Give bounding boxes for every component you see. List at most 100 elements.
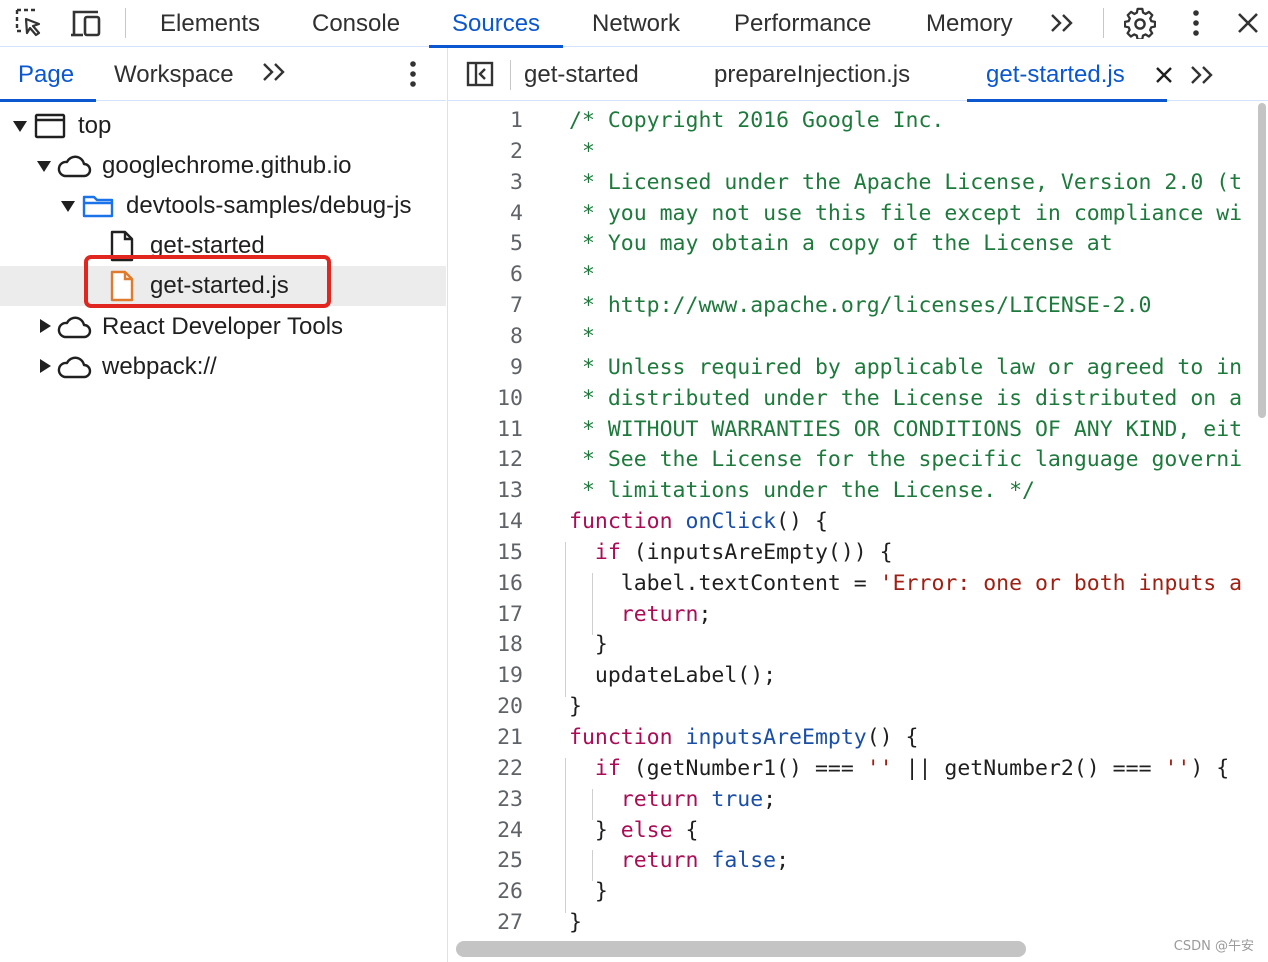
code-area[interactable]: 1/* Copyright 2016 Google Inc. 2 * 3 * Lic… bbox=[448, 108, 1256, 938]
line-number[interactable]: 5 bbox=[448, 231, 523, 256]
scrollbar-thumb[interactable] bbox=[1258, 103, 1266, 418]
code-line[interactable]: 20} bbox=[448, 694, 1256, 725]
tab-label: get-started.js bbox=[986, 60, 1125, 88]
tab-page[interactable]: Page bbox=[0, 48, 97, 102]
code-line[interactable]: 22 if (getNumber1() === '' || getNumber2… bbox=[448, 756, 1256, 787]
kebab-menu-icon[interactable] bbox=[1179, 6, 1213, 40]
horizontal-scrollbar[interactable] bbox=[456, 941, 1026, 957]
code-token: false bbox=[711, 848, 777, 874]
code-line[interactable]: 15 if (inputsAreEmpty()) { bbox=[448, 540, 1256, 571]
code-line[interactable]: 21 function inputsAreEmpty() { bbox=[448, 725, 1256, 756]
code-line[interactable]: 5 * You may obtain a copy of the License… bbox=[448, 231, 1256, 262]
line-number[interactable]: 2 bbox=[448, 139, 523, 164]
line-number[interactable]: 6 bbox=[448, 262, 523, 287]
line-number[interactable]: 8 bbox=[448, 324, 523, 349]
close-icon[interactable] bbox=[1231, 6, 1265, 40]
line-number[interactable]: 22 bbox=[448, 756, 523, 781]
vertical-scrollbar[interactable] bbox=[1256, 103, 1268, 423]
code-token: } bbox=[569, 879, 608, 905]
tree-item-top[interactable]: top bbox=[0, 106, 446, 146]
line-number[interactable]: 19 bbox=[448, 663, 523, 688]
code-line[interactable]: 11 * WITHOUT WARRANTIES OR CONDITIONS OF… bbox=[448, 417, 1256, 448]
line-number[interactable]: 1 bbox=[448, 108, 523, 133]
code-line[interactable]: 2 * bbox=[448, 139, 1256, 170]
code-line[interactable]: 23 return true; bbox=[448, 787, 1256, 818]
line-number[interactable]: 15 bbox=[448, 540, 523, 565]
line-number[interactable]: 27 bbox=[448, 910, 523, 935]
code-token: true bbox=[711, 786, 764, 812]
tab-memory[interactable]: Memory bbox=[926, 0, 1013, 47]
expand-arrow-icon[interactable] bbox=[61, 201, 75, 212]
collapse-arrow-icon[interactable] bbox=[40, 319, 51, 333]
line-number[interactable]: 24 bbox=[448, 818, 523, 843]
code-line[interactable]: 14 function onClick() { bbox=[448, 509, 1256, 540]
code-line[interactable]: 27} bbox=[448, 910, 1256, 938]
settings-gear-icon[interactable] bbox=[1123, 6, 1157, 40]
line-number[interactable]: 11 bbox=[448, 417, 523, 442]
line-number[interactable]: 16 bbox=[448, 571, 523, 596]
code-line[interactable]: 17 return; bbox=[448, 602, 1256, 633]
inspect-element-icon[interactable] bbox=[13, 6, 47, 40]
line-number[interactable]: 18 bbox=[448, 632, 523, 657]
code-line[interactable]: 3 * Licensed under the Apache License, V… bbox=[448, 170, 1256, 201]
code-token: (inputsAreEmpty()) { bbox=[620, 539, 893, 565]
line-number[interactable]: 12 bbox=[448, 447, 523, 472]
tab-performance[interactable]: Performance bbox=[734, 0, 871, 47]
tree-item-react-developer-tools[interactable]: React Developer Tools bbox=[0, 307, 446, 347]
code-line[interactable]: 8 * bbox=[448, 324, 1256, 355]
tab-sources[interactable]: Sources bbox=[429, 0, 564, 48]
editor-tab-prepareinjection-js[interactable]: prepareInjection.js bbox=[714, 48, 910, 101]
line-number[interactable]: 21 bbox=[448, 725, 523, 750]
tree-item-googlechrome-github-io[interactable]: googlechrome.github.io bbox=[0, 146, 446, 186]
more-tabs-icon[interactable] bbox=[1190, 65, 1216, 90]
line-number[interactable]: 20 bbox=[448, 694, 523, 719]
toggle-navigator-icon[interactable] bbox=[466, 61, 494, 92]
tab-console[interactable]: Console bbox=[312, 0, 400, 47]
line-number[interactable]: 9 bbox=[448, 355, 523, 380]
code-token: * bbox=[569, 138, 595, 164]
line-number[interactable]: 25 bbox=[448, 848, 523, 873]
code-line[interactable]: 25 return false; bbox=[448, 848, 1256, 879]
code-line[interactable]: 10 * distributed under the License is di… bbox=[448, 386, 1256, 417]
tree-item-webpack[interactable]: webpack:// bbox=[0, 347, 446, 387]
line-number[interactable]: 14 bbox=[448, 509, 523, 534]
tab-label: get-started bbox=[524, 60, 639, 88]
code-line[interactable]: 6 * bbox=[448, 262, 1256, 293]
code-line[interactable]: 26 } bbox=[448, 879, 1256, 910]
more-tabs-icon[interactable] bbox=[1046, 6, 1080, 40]
expand-arrow-icon[interactable] bbox=[13, 121, 27, 132]
tab-workspace[interactable]: Workspace bbox=[114, 48, 234, 101]
toolbar-divider bbox=[125, 8, 126, 38]
code-token: ; bbox=[776, 848, 790, 874]
code-line[interactable]: 12 * See the License for the specific la… bbox=[448, 447, 1256, 478]
editor-tab-get-started-js[interactable]: get-started.js bbox=[967, 48, 1167, 102]
line-number[interactable]: 23 bbox=[448, 787, 523, 812]
code-line[interactable]: 19 updateLabel(); bbox=[448, 663, 1256, 694]
line-number[interactable]: 26 bbox=[448, 879, 523, 904]
tab-network[interactable]: Network bbox=[592, 0, 680, 47]
code-line[interactable]: 9 * Unless required by applicable law or… bbox=[448, 355, 1256, 386]
expand-arrow-icon[interactable] bbox=[37, 161, 51, 172]
line-number[interactable]: 7 bbox=[448, 293, 523, 318]
code-line[interactable]: 7 * http://www.apache.org/licenses/LICEN… bbox=[448, 293, 1256, 324]
line-source: function onClick() { bbox=[569, 509, 828, 534]
device-toolbar-icon[interactable] bbox=[70, 6, 104, 40]
code-line[interactable]: 1 /* Copyright 2016 Google Inc. bbox=[448, 108, 1256, 139]
line-number[interactable]: 10 bbox=[448, 386, 523, 411]
editor-tab-get-started[interactable]: get-started bbox=[524, 48, 639, 101]
code-line[interactable]: 18 } bbox=[448, 632, 1256, 663]
line-number[interactable]: 13 bbox=[448, 478, 523, 503]
code-line[interactable]: 4 * you may not use this file except in … bbox=[448, 201, 1256, 232]
tree-item-debug-js-folder[interactable]: devtools-samples/debug-js bbox=[0, 186, 446, 226]
collapse-arrow-icon[interactable] bbox=[40, 359, 51, 373]
code-line[interactable]: 13 * limitations under the License. */ bbox=[448, 478, 1256, 509]
close-tab-icon[interactable] bbox=[1155, 66, 1173, 89]
tab-elements[interactable]: Elements bbox=[160, 0, 260, 47]
code-line[interactable]: 16 label.textContent = 'Error: one or bo… bbox=[448, 571, 1256, 602]
line-number[interactable]: 3 bbox=[448, 170, 523, 195]
more-tabs-icon[interactable] bbox=[262, 62, 288, 87]
line-number[interactable]: 17 bbox=[448, 602, 523, 627]
navigator-menu-icon[interactable] bbox=[409, 61, 417, 92]
code-line[interactable]: 24 } else { bbox=[448, 818, 1256, 849]
line-number[interactable]: 4 bbox=[448, 201, 523, 226]
